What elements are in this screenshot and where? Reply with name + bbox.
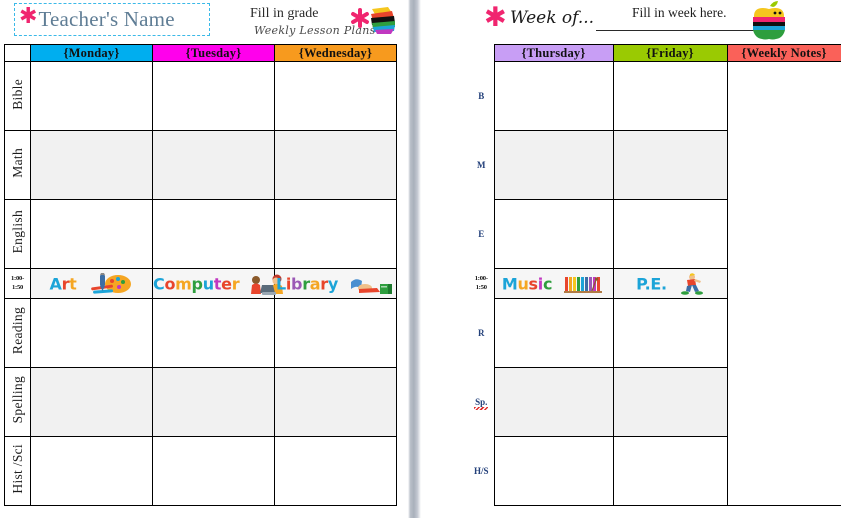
cell-friday-hist-sci[interactable] xyxy=(612,436,728,506)
table-row: Math xyxy=(4,130,397,200)
row-label-bible: Bible xyxy=(4,61,31,131)
week-of-label: Week of... xyxy=(510,8,595,28)
cell-tuesday-reading[interactable] xyxy=(152,298,275,368)
cell-friday-bible[interactable] xyxy=(612,61,728,131)
table-row: B xyxy=(469,61,841,506)
grade-prompt: Fill in grade Weekly Lesson Plans xyxy=(248,2,398,42)
right-schedule-table: {Thursday} {Friday} {Weekly Notes} B M E xyxy=(469,44,841,506)
cell-tuesday-spelling[interactable] xyxy=(152,367,275,437)
activity-cell-music[interactable]: Music xyxy=(493,268,614,299)
cell-tuesday-english[interactable] xyxy=(152,199,275,269)
lesson-plan-page: ✱ Teacher's Name Fill in grade Weekly Le… xyxy=(0,0,841,518)
cell-monday-math[interactable] xyxy=(30,130,153,200)
table-row: Hist /Sci xyxy=(4,436,397,506)
activity-cell-pe[interactable]: P.E. xyxy=(612,268,728,299)
cell-tuesday-bible[interactable] xyxy=(152,61,275,131)
week-of-blank-line[interactable] xyxy=(596,30,761,31)
runner-icon xyxy=(680,272,703,295)
fill-in-week-label: Fill in week here. xyxy=(632,5,727,20)
cell-monday-spelling[interactable] xyxy=(30,367,153,437)
cell-thursday-english[interactable] xyxy=(493,199,614,269)
row-label-time-slot: 1:00- 1:50 xyxy=(4,268,31,299)
corner-cell xyxy=(4,44,31,62)
cell-wednesday-reading[interactable] xyxy=(274,298,397,368)
activity-label-music: Music xyxy=(501,274,553,293)
teacher-name-field[interactable]: ✱ Teacher's Name xyxy=(14,3,210,36)
activity-label-art: Art xyxy=(49,274,77,293)
cell-friday-reading[interactable] xyxy=(612,298,728,368)
activity-cell-computer[interactable]: Computer xyxy=(152,268,284,299)
row-label-math-short: M xyxy=(469,130,494,200)
cell-wednesday-spelling[interactable] xyxy=(274,367,397,437)
right-header-row: {Thursday} {Friday} {Weekly Notes} xyxy=(469,44,841,62)
right-page: ✱ Week of... Fill in week here. {Thursda… xyxy=(448,0,841,518)
cell-wednesday-bible[interactable] xyxy=(274,61,397,131)
left-header: ✱ Teacher's Name Fill in grade Weekly Le… xyxy=(0,0,400,44)
column-header-friday: {Friday} xyxy=(612,44,728,62)
row-label-spelling-short: Sp. xyxy=(469,367,494,437)
row-label-hist-sci-short: H/S xyxy=(469,436,494,506)
table-row: Spelling xyxy=(4,367,397,437)
art-palette-icon xyxy=(90,272,131,294)
cell-monday-hist-sci[interactable] xyxy=(30,436,153,506)
activity-row: 1:00- 1:50 Art Computer Library xyxy=(4,268,397,299)
corner-cell xyxy=(469,44,494,62)
cell-thursday-math[interactable] xyxy=(493,130,614,200)
row-label-english: English xyxy=(4,199,31,269)
spellcheck-underline: Sp. xyxy=(474,397,489,410)
row-label-bible-short: B xyxy=(469,61,494,131)
row-label-spelling: Spelling xyxy=(4,367,31,437)
activity-label-computer: Computer xyxy=(153,274,240,293)
time-label: 1:00- 1:50 xyxy=(10,275,25,291)
table-row: Reading xyxy=(4,298,397,368)
column-header-thursday: {Thursday} xyxy=(493,44,614,62)
cell-weekly-notes[interactable] xyxy=(726,61,841,506)
row-label-math: Math xyxy=(4,130,31,200)
xylophone-icon xyxy=(564,276,603,293)
cell-friday-math[interactable] xyxy=(612,130,728,200)
cell-wednesday-english[interactable] xyxy=(274,199,397,269)
cell-friday-spelling[interactable] xyxy=(612,367,728,437)
time-label: 1:00- 1:50 xyxy=(474,275,488,291)
row-label-reading: Reading xyxy=(4,298,31,368)
asterisk-icon: ✱ xyxy=(484,2,507,33)
weekly-lesson-plans-logo xyxy=(351,7,395,34)
right-header: ✱ Week of... Fill in week here. xyxy=(448,0,841,44)
row-label-time-slot: 1:00- 1:50 xyxy=(469,268,494,299)
cell-wednesday-hist-sci[interactable] xyxy=(274,436,397,506)
fill-in-grade-label: Fill in grade xyxy=(250,6,319,21)
cell-thursday-hist-sci[interactable] xyxy=(493,436,614,506)
teacher-name-text: Teacher's Name xyxy=(38,7,175,31)
left-schedule-table: {Monday} {Tuesday} {Wednesday} Bible Mat… xyxy=(4,44,397,506)
cell-tuesday-math[interactable] xyxy=(152,130,275,200)
activity-label-pe: P.E. xyxy=(636,274,667,293)
column-header-tuesday: {Tuesday} xyxy=(152,44,275,62)
table-row: Bible xyxy=(4,61,397,131)
left-header-row: {Monday} {Tuesday} {Wednesday} xyxy=(4,44,397,62)
cell-monday-english[interactable] xyxy=(30,199,153,269)
row-label-hist-sci: Hist /Sci xyxy=(4,436,31,506)
cell-thursday-bible[interactable] xyxy=(493,61,614,131)
cell-thursday-spelling[interactable] xyxy=(493,367,614,437)
row-label-reading-short: R xyxy=(469,298,494,368)
page-gutter-divider xyxy=(408,0,421,518)
cell-friday-english[interactable] xyxy=(612,199,728,269)
column-header-weekly-notes: {Weekly Notes} xyxy=(726,44,841,62)
rainbow-apple-logo xyxy=(753,1,785,40)
table-row: English xyxy=(4,199,397,269)
cell-monday-bible[interactable] xyxy=(30,61,153,131)
cell-wednesday-math[interactable] xyxy=(274,130,397,200)
column-header-wednesday: {Wednesday} xyxy=(274,44,397,62)
activity-cell-library[interactable]: Library xyxy=(274,268,397,299)
library-books-icon xyxy=(351,278,393,294)
left-page: ✱ Teacher's Name Fill in grade Weekly Le… xyxy=(0,0,400,518)
column-header-monday: {Monday} xyxy=(30,44,153,62)
activity-label-library: Library xyxy=(275,274,339,293)
activity-cell-art[interactable]: Art xyxy=(30,268,153,299)
cell-monday-reading[interactable] xyxy=(30,298,153,368)
cell-thursday-reading[interactable] xyxy=(493,298,614,368)
cell-tuesday-hist-sci[interactable] xyxy=(152,436,275,506)
row-label-english-short: E xyxy=(469,199,494,269)
